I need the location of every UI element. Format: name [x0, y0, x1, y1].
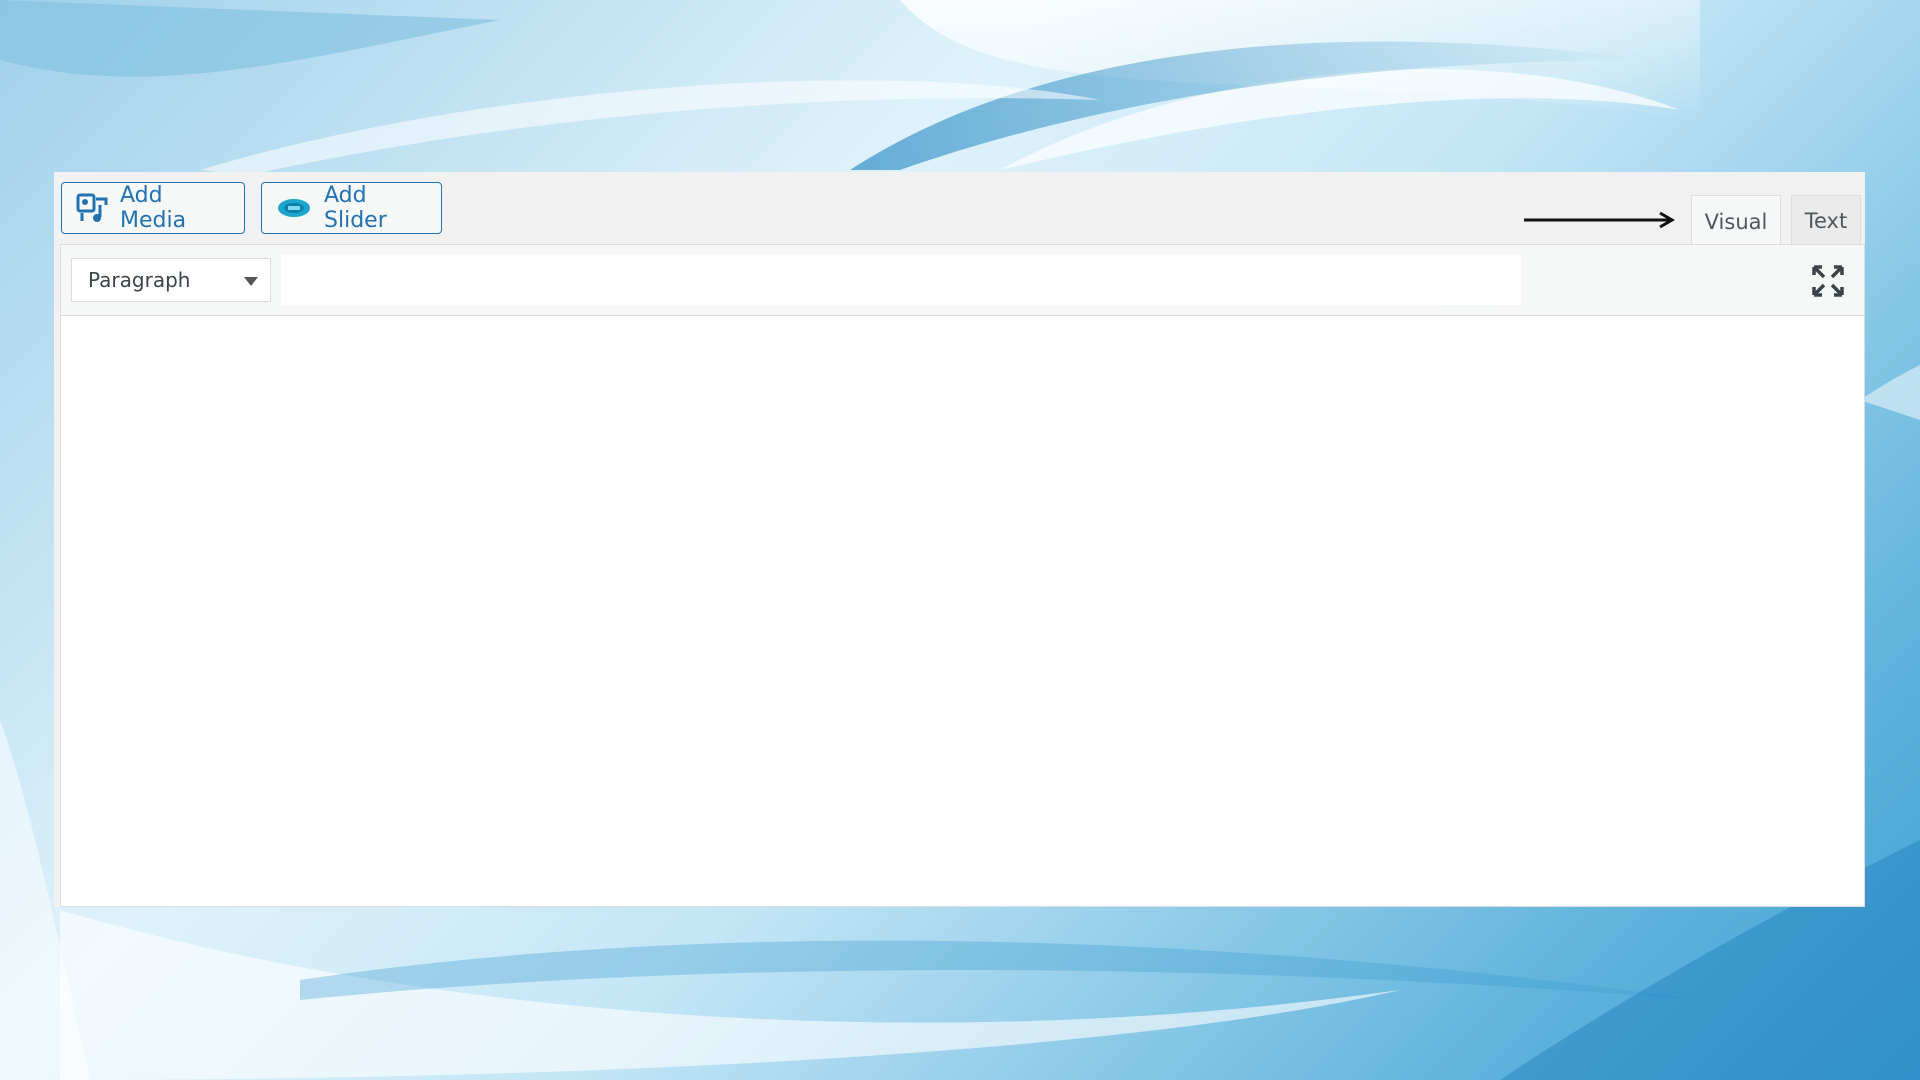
add-slider-label: Add Slider: [324, 183, 387, 233]
arrow-right-icon: [1522, 210, 1678, 234]
editor-toolbar: Paragraph: [60, 244, 1865, 316]
add-media-button[interactable]: Add Media: [61, 182, 245, 234]
add-media-icon: [76, 193, 108, 223]
post-editor: Add Media Add Slider Visual Text Paragra…: [54, 172, 1865, 907]
format-select-value: Paragraph: [88, 268, 191, 292]
media-buttons-bar: Add Media Add Slider Visual Text: [54, 172, 1865, 247]
add-slider-button[interactable]: Add Slider: [261, 182, 442, 234]
chevron-down-icon: [244, 277, 258, 286]
toolbar-buttons-faded: [281, 255, 1521, 305]
tab-visual-label: Visual: [1704, 209, 1768, 234]
format-select[interactable]: Paragraph: [71, 258, 271, 302]
editor-content-area[interactable]: [60, 316, 1865, 907]
add-media-label: Add Media: [120, 183, 187, 233]
fullscreen-icon[interactable]: [1810, 263, 1846, 299]
tab-visual[interactable]: Visual: [1691, 195, 1781, 247]
tab-text-label: Text: [1804, 208, 1848, 233]
slider-icon: [276, 196, 312, 220]
tab-text[interactable]: Text: [1791, 195, 1861, 245]
